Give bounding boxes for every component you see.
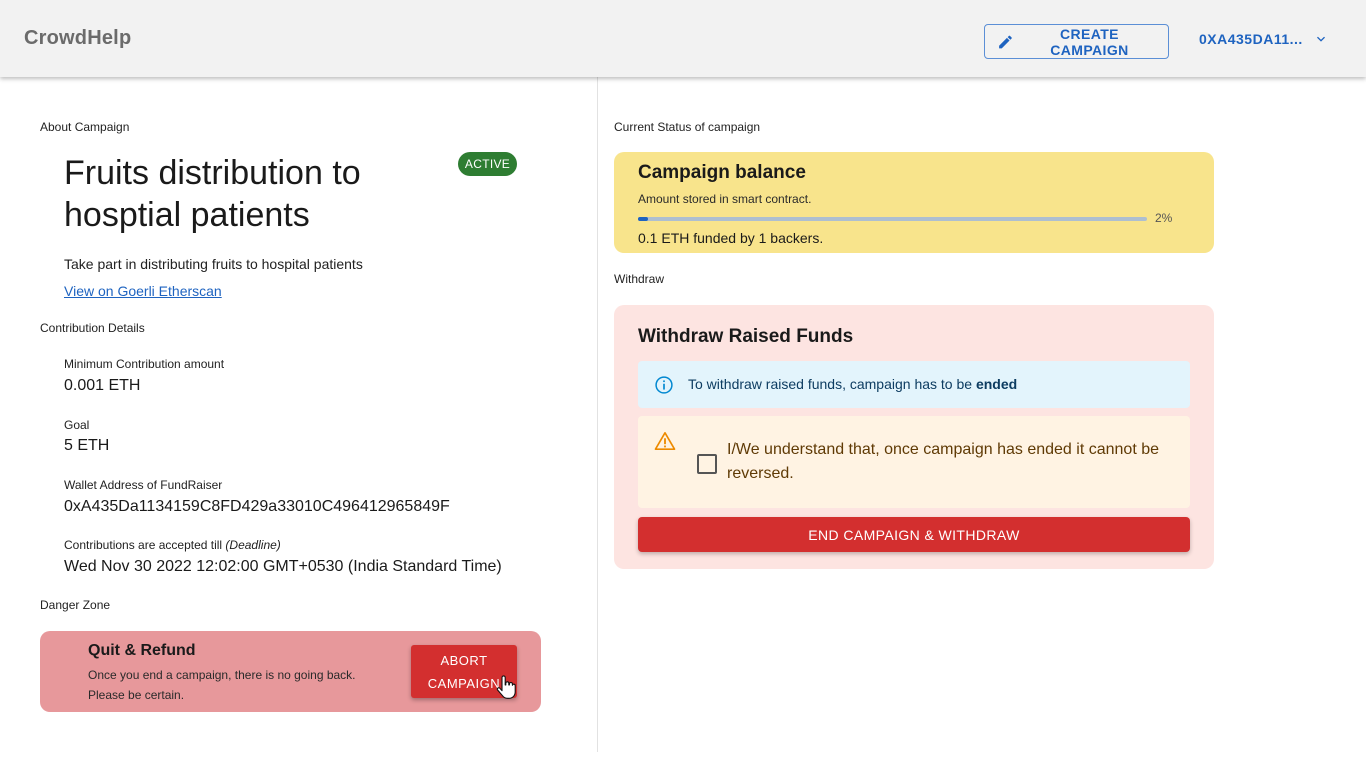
info-alert: To withdraw raised funds, campaign has t… <box>638 361 1190 408</box>
warning-alert: I/We understand that, once campaign has … <box>638 416 1190 508</box>
deadline-label-text: Contributions are accepted till <box>64 538 226 552</box>
quit-refund-card: Quit & Refund Once you end a campaign, t… <box>40 631 541 712</box>
app-bar: CrowdHelp CREATE CAMPAIGN 0XA435DA11... <box>0 0 1366 77</box>
wallet-address: 0xA435Da1134159C8FD429a33010C49641296584… <box>64 498 450 515</box>
min-contribution-label: Minimum Contribution amount <box>64 357 225 371</box>
end-campaign-withdraw-button[interactable]: END CAMPAIGN & WITHDRAW <box>638 517 1190 552</box>
campaign-description: Take part in distributing fruits to hosp… <box>64 256 363 272</box>
chevron-down-icon <box>1316 36 1325 42</box>
withdraw-card: Withdraw Raised Funds To withdraw raised… <box>614 305 1214 569</box>
funding-progress-percent: 2% <box>1155 211 1173 225</box>
danger-zone-heading: Danger Zone <box>40 598 111 612</box>
goal-label: Goal <box>64 418 90 432</box>
info-alert-emphasis: ended <box>975 376 1018 392</box>
wallet-label: Wallet Address of FundRaiser <box>64 478 223 492</box>
current-status-heading: Current Status of campaign <box>614 120 761 134</box>
account-address: 0XA435DA11... <box>1199 31 1303 47</box>
create-campaign-label: CREATE CAMPAIGN <box>1050 25 1129 58</box>
min-contribution-value: 0.001 ETH <box>64 377 141 394</box>
info-alert-message: To withdraw raised funds, campaign has t… <box>688 376 976 392</box>
campaign-balance-card: Campaign balance Amount stored in smart … <box>614 152 1214 253</box>
campaign-title: Fruits distribution to hosptial patients <box>64 154 361 234</box>
deadline-hint: (Deadline) <box>225 538 281 552</box>
info-alert-text: To withdraw raised funds, campaign has t… <box>688 376 1017 392</box>
deadline-value: Wed Nov 30 2022 12:02:00 GMT+0530 (India… <box>64 558 502 575</box>
about-campaign-heading: About Campaign <box>40 120 130 134</box>
app-logo[interactable]: CrowdHelp <box>24 27 131 50</box>
goal-value: 5 ETH <box>64 437 110 454</box>
create-campaign-button[interactable]: CREATE CAMPAIGN <box>984 24 1169 59</box>
contribution-details-heading: Contribution Details <box>40 321 145 335</box>
account-menu[interactable]: 0XA435DA11... <box>1199 30 1329 48</box>
status-badge: ACTIVE <box>458 152 517 176</box>
pencil-icon <box>999 35 1012 48</box>
quit-refund-title: Quit & Refund <box>88 642 196 659</box>
info-icon <box>655 376 673 394</box>
balance-title: Campaign balance <box>638 162 806 183</box>
column-divider <box>597 77 598 752</box>
quit-refund-text: Once you end a campaign, there is no goi… <box>88 668 356 702</box>
hand-pointer-icon <box>496 675 516 699</box>
funded-summary: 0.1 ETH funded by 1 backers. <box>638 230 824 246</box>
acknowledge-text: I/We understand that, once campaign has … <box>727 441 1159 482</box>
withdraw-heading: Withdraw <box>614 272 665 286</box>
etherscan-link[interactable]: View on Goerli Etherscan <box>64 283 222 299</box>
deadline-label: Contributions are accepted till (Deadlin… <box>64 538 281 552</box>
withdraw-title: Withdraw Raised Funds <box>638 326 854 347</box>
balance-subtitle: Amount stored in smart contract. <box>638 192 812 206</box>
warning-icon <box>654 432 676 450</box>
funding-progress-bar <box>638 217 1147 221</box>
acknowledge-checkbox[interactable] <box>697 454 717 474</box>
funding-progress-fill <box>638 217 649 221</box>
